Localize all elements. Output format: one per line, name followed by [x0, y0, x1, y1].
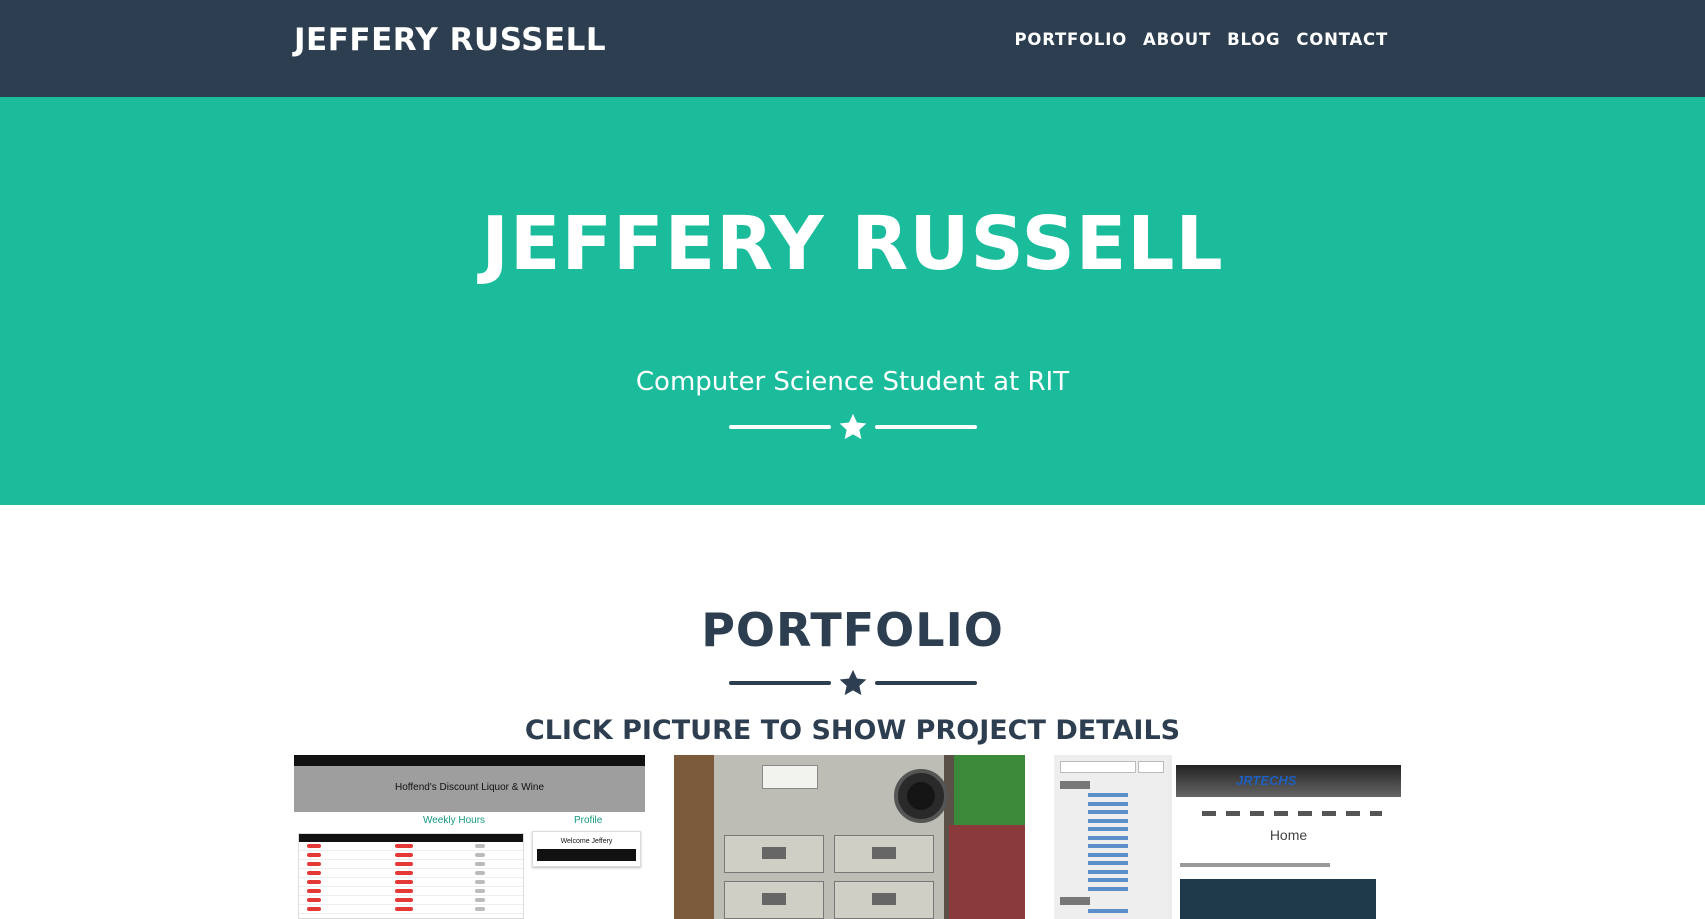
hero-title: JEFFERY RUSSELL	[481, 201, 1224, 287]
nav-links: PORTFOLIO ABOUT BLOG CONTACT	[1007, 30, 1397, 49]
mini-logout-button	[537, 849, 636, 861]
mini-blog-logo: JRTECHS	[1236, 773, 1297, 788]
mini-banner: Hoffend's Discount Liquor & Wine	[294, 766, 645, 812]
portfolio-item-floppy-hardware[interactable]	[674, 755, 1025, 919]
navbar: JEFFERY RUSSELL PORTFOLIO ABOUT BLOG CON…	[0, 0, 1705, 97]
brand-link[interactable]: JEFFERY RUSSELL	[294, 22, 606, 58]
hero-divider	[0, 407, 1705, 447]
mini-blog-text	[1180, 863, 1330, 867]
mini-blog-header: JRTECHS	[1176, 765, 1401, 797]
mini-hours-table	[298, 833, 524, 919]
divider-line-left	[728, 425, 831, 429]
mini-banner-text: Hoffend's Discount Liquor & Wine	[394, 782, 545, 793]
divider-line-left	[728, 681, 831, 685]
mini-weekly-hours: Weekly Hours	[422, 815, 486, 826]
divider-line-right	[874, 681, 977, 685]
mini-categories-list	[1060, 781, 1164, 917]
mini-blog-nav	[1202, 811, 1382, 816]
portfolio-hint: CLICK PICTURE TO SHOW PROJECT DETAILS	[524, 715, 1181, 746]
mini-blog-heading: Home	[1269, 827, 1308, 843]
photo-label	[762, 765, 818, 789]
nav-link-about[interactable]: ABOUT	[1135, 30, 1219, 49]
portfolio-item-jrtechs-blog[interactable]: JRTECHS Home	[1054, 755, 1405, 919]
mini-welcome-panel: Welcome Jeffery	[532, 831, 641, 867]
mini-blog-main: JRTECHS Home	[1172, 755, 1405, 919]
mini-search-input	[1060, 761, 1136, 773]
mini-blog-sidebar	[1054, 755, 1168, 919]
star-icon	[831, 663, 875, 703]
portfolio-title: PORTFOLIO	[701, 603, 1004, 657]
hero-section: JEFFERY RUSSELL Computer Science Student…	[0, 97, 1705, 505]
nav-link-portfolio[interactable]: PORTFOLIO	[1007, 30, 1136, 49]
mini-welcome-text: Welcome Jeffery	[560, 838, 613, 845]
nav-link-blog[interactable]: BLOG	[1219, 30, 1288, 49]
nav-link-contact[interactable]: CONTACT	[1288, 30, 1396, 49]
mini-topbar	[294, 755, 645, 766]
star-icon	[831, 407, 875, 447]
mini-blog-video	[1180, 879, 1376, 919]
hero-subtitle: Computer Science Student at RIT	[635, 367, 1070, 397]
mini-profile: Profile	[574, 815, 603, 826]
portfolio-grid: Hoffend's Discount Liquor & Wine Weekly …	[294, 755, 1405, 919]
mini-search-button	[1138, 761, 1164, 773]
divider-line-right	[874, 425, 977, 429]
portfolio-item-liquor-store[interactable]: Hoffend's Discount Liquor & Wine Weekly …	[294, 755, 645, 919]
portfolio-divider	[0, 663, 1705, 703]
